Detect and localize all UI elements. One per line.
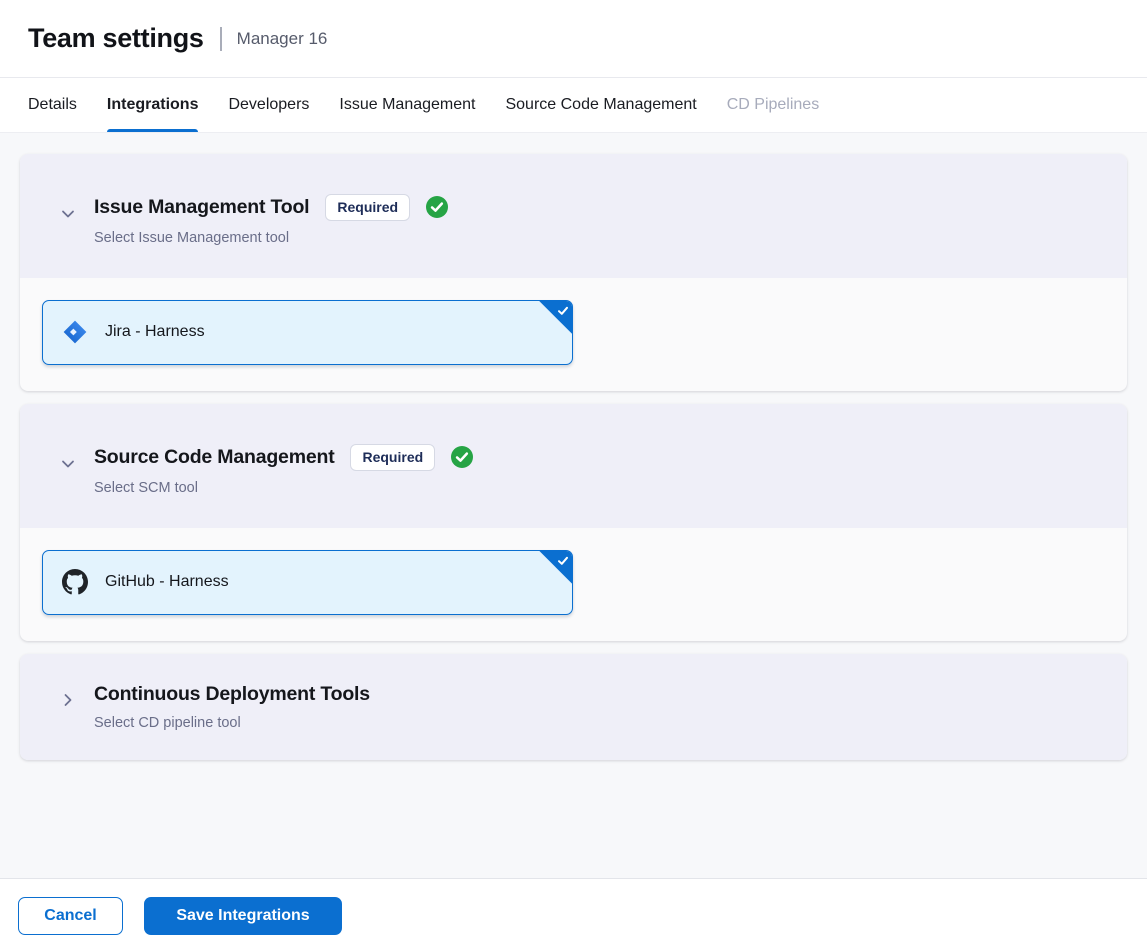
tab-bar: Details Integrations Developers Issue Ma…	[0, 78, 1147, 133]
section-subtitle: Select CD pipeline tool	[94, 715, 1103, 731]
section-scm-header[interactable]: Source Code Management Required Select S…	[20, 404, 1127, 528]
selected-corner-badge	[538, 300, 573, 335]
integrations-panel: Issue Management Tool Required Select Is…	[0, 133, 1147, 760]
required-badge: Required	[325, 194, 410, 221]
check-circle-icon	[426, 196, 448, 218]
check-icon	[556, 554, 570, 568]
tab-issue-management[interactable]: Issue Management	[339, 78, 475, 132]
required-badge: Required	[350, 444, 435, 471]
section-subtitle: Select Issue Management tool	[94, 230, 1103, 246]
section-issue-management-tool: Issue Management Tool Required Select Is…	[20, 154, 1127, 391]
section-scm-body: GitHub - Harness	[20, 528, 1127, 641]
tab-developers[interactable]: Developers	[228, 78, 309, 132]
tool-card-jira-harness[interactable]: Jira - Harness	[42, 300, 573, 365]
tab-source-code-management[interactable]: Source Code Management	[505, 78, 696, 132]
section-title: Continuous Deployment Tools	[94, 683, 370, 706]
tab-cd-pipelines: CD Pipelines	[727, 78, 819, 132]
jira-icon	[62, 319, 88, 345]
tab-integrations[interactable]: Integrations	[107, 78, 199, 132]
footer-action-bar: Cancel Save Integrations	[0, 878, 1147, 952]
page-title: Team settings	[28, 23, 204, 54]
cancel-button[interactable]: Cancel	[18, 897, 123, 935]
chevron-right-icon	[60, 692, 76, 708]
title-separator	[220, 27, 222, 51]
save-integrations-button[interactable]: Save Integrations	[144, 897, 342, 935]
section-issue-management-body: Jira - Harness	[20, 278, 1127, 391]
section-continuous-deployment-tools: Continuous Deployment Tools Select CD pi…	[20, 654, 1127, 760]
check-circle-icon	[451, 446, 473, 468]
tab-details[interactable]: Details	[28, 78, 77, 132]
app-header: Team settings Manager 16	[0, 0, 1147, 78]
section-title: Issue Management Tool	[94, 196, 309, 219]
section-source-code-management: Source Code Management Required Select S…	[20, 404, 1127, 641]
github-icon	[62, 569, 88, 595]
section-issue-management-header[interactable]: Issue Management Tool Required Select Is…	[20, 154, 1127, 278]
check-icon	[556, 304, 570, 318]
selected-corner-badge	[538, 550, 573, 585]
tool-card-label: GitHub - Harness	[105, 573, 229, 591]
page-subtitle: Manager 16	[237, 29, 328, 49]
chevron-down-icon	[60, 456, 76, 472]
section-title: Source Code Management	[94, 446, 334, 469]
chevron-down-icon	[60, 206, 76, 222]
section-cd-header[interactable]: Continuous Deployment Tools Select CD pi…	[20, 654, 1127, 760]
tool-card-github-harness[interactable]: GitHub - Harness	[42, 550, 573, 615]
section-subtitle: Select SCM tool	[94, 480, 1103, 496]
tool-card-label: Jira - Harness	[105, 323, 205, 341]
